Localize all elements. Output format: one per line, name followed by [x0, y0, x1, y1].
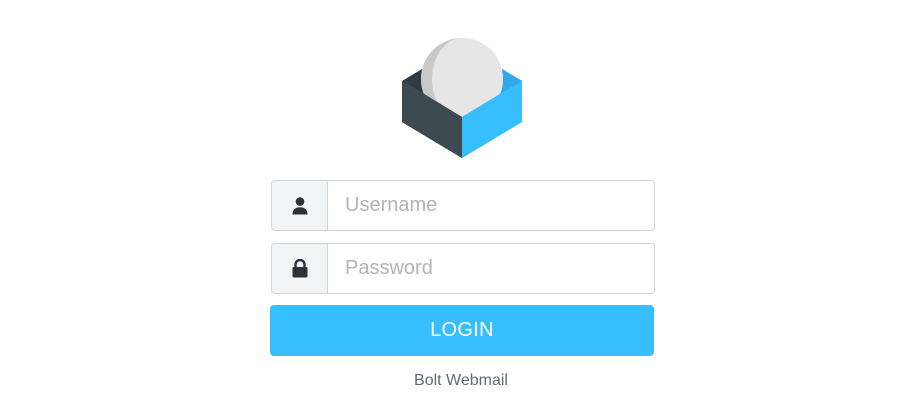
username-input[interactable] [328, 181, 654, 230]
login-form: LOGIN [270, 180, 655, 356]
password-input[interactable] [328, 244, 654, 293]
product-name: Bolt Webmail [414, 372, 508, 389]
password-field-group [271, 243, 655, 294]
username-field-group [271, 180, 655, 231]
login-button[interactable]: LOGIN [270, 305, 654, 356]
login-page: LOGIN Bolt Webmail [0, 0, 922, 419]
username-addon [272, 181, 328, 230]
lock-icon [292, 259, 307, 278]
user-icon [292, 196, 307, 214]
password-addon [272, 244, 328, 293]
roundcube-logo [402, 38, 522, 158]
